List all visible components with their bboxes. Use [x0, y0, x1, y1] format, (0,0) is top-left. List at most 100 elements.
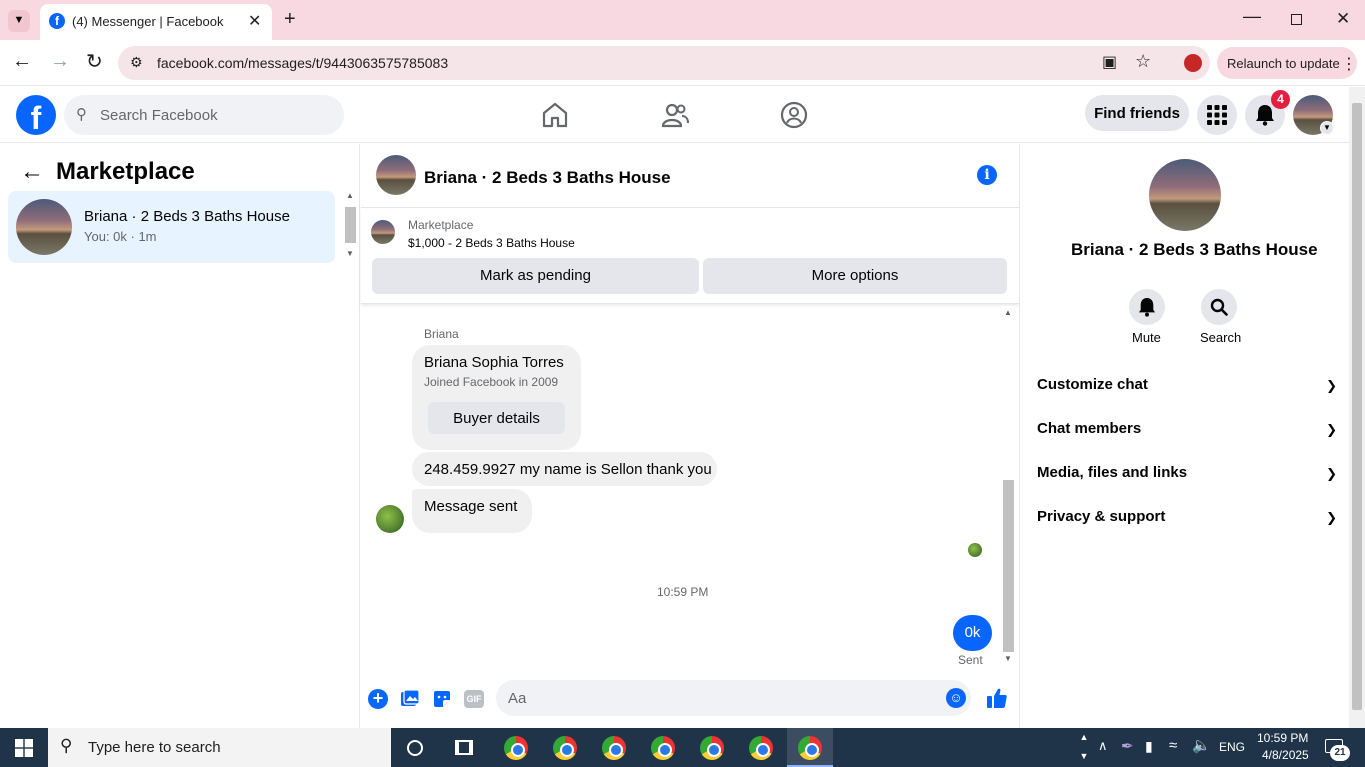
- chat-info-panel: Briana · 2 Beds 3 Baths House Mute Searc…: [1019, 144, 1349, 728]
- task-view-icon[interactable]: [455, 740, 473, 755]
- reload-icon[interactable]: ↻: [86, 49, 103, 74]
- restore-icon[interactable]: [1291, 14, 1302, 25]
- relaunch-button[interactable]: Relaunch to update ⋮: [1217, 47, 1357, 79]
- chrome-icon[interactable]: [553, 736, 577, 760]
- chevron-down-icon: ❯: [1326, 378, 1337, 393]
- scroll-up-icon[interactable]: ▲: [346, 191, 354, 200]
- mute-button[interactable]: [1129, 289, 1165, 325]
- install-app-icon[interactable]: ▣: [1102, 52, 1117, 72]
- like-thumb-icon[interactable]: [985, 686, 1009, 710]
- listing-thumbnail[interactable]: [371, 220, 395, 244]
- more-options-button[interactable]: More options: [703, 258, 1007, 294]
- url-text[interactable]: facebook.com/messages/t/9443063575785083: [157, 55, 448, 71]
- emoji-icon[interactable]: ☺: [946, 688, 966, 708]
- back-arrow-icon[interactable]: ←: [20, 158, 44, 186]
- minimize-icon[interactable]: —: [1243, 6, 1261, 27]
- media-files-links-section[interactable]: Media, files and links ❯: [1037, 464, 1337, 481]
- chrome-icon[interactable]: [749, 736, 773, 760]
- window-close-icon[interactable]: ✕: [1336, 9, 1350, 29]
- mark-as-pending-button[interactable]: Mark as pending: [372, 258, 699, 294]
- scroll-down-icon[interactable]: ▼: [1004, 654, 1012, 663]
- language-indicator[interactable]: ENG: [1219, 740, 1245, 754]
- sender-avatar[interactable]: [376, 505, 404, 533]
- back-icon[interactable]: ←: [12, 50, 32, 73]
- customize-chat-section[interactable]: Customize chat ❯: [1037, 376, 1337, 393]
- seen-avatar: [968, 543, 982, 557]
- buyer-details-button[interactable]: Buyer details: [428, 402, 565, 434]
- volume-icon[interactable]: 🔈: [1192, 736, 1211, 754]
- left-scrollbar[interactable]: ▲ ▼: [343, 191, 358, 263]
- clock-date[interactable]: 4/8/2025: [1262, 748, 1309, 762]
- address-bar[interactable]: ⚙ facebook.com/messages/t/94430635757850…: [118, 46, 1210, 80]
- facebook-logo-icon[interactable]: f: [16, 95, 56, 135]
- chrome-icon[interactable]: [504, 736, 528, 760]
- taskbar-search-placeholder: Type here to search: [88, 739, 221, 756]
- profile-icon[interactable]: [1184, 54, 1202, 72]
- search-conversation-button[interactable]: [1201, 289, 1237, 325]
- own-message-bubble: 0k: [953, 615, 992, 651]
- chrome-icon[interactable]: [651, 736, 675, 760]
- section-label: Media, files and links: [1037, 464, 1188, 481]
- tab-close-icon[interactable]: ✕: [248, 11, 261, 31]
- left-scroll-thumb[interactable]: [345, 207, 356, 243]
- info-icon[interactable]: i: [977, 165, 997, 185]
- conversation-item[interactable]: Briana · 2 Beds 3 Baths House You: 0k · …: [8, 191, 335, 263]
- message-bubble: Message sent: [412, 489, 532, 533]
- home-icon[interactable]: [541, 102, 569, 128]
- add-attachment-icon[interactable]: +: [368, 689, 388, 709]
- facebook-favicon-icon: f: [49, 13, 65, 29]
- new-tab-icon[interactable]: +: [284, 8, 296, 31]
- chat-scroll-thumb[interactable]: [1003, 480, 1014, 652]
- clock-time[interactable]: 10:59 PM: [1257, 731, 1308, 745]
- menu-grid-icon: [1207, 105, 1227, 125]
- bookmark-star-icon[interactable]: ☆: [1135, 51, 1151, 72]
- chat-title[interactable]: Briana · 2 Beds 3 Baths House: [424, 168, 671, 188]
- wifi-icon[interactable]: ≈: [1169, 737, 1177, 754]
- cortana-icon[interactable]: [407, 740, 423, 756]
- find-friends-button[interactable]: Find friends: [1085, 95, 1189, 131]
- privacy-support-section[interactable]: Privacy & support ❯: [1037, 508, 1337, 525]
- scroll-down-icon[interactable]: ▼: [346, 249, 354, 258]
- tab-search-icon[interactable]: ▼: [8, 10, 30, 32]
- windows-start-icon[interactable]: [15, 739, 33, 757]
- chrome-icon[interactable]: [798, 736, 822, 760]
- own-message-text: 0k: [964, 624, 981, 641]
- chat-avatar[interactable]: [376, 155, 416, 195]
- page-scrollbar[interactable]: [1349, 87, 1365, 728]
- chrome-icon[interactable]: [700, 736, 724, 760]
- account-chevron-icon[interactable]: ▼: [1320, 121, 1334, 135]
- chat-members-section[interactable]: Chat members ❯: [1037, 420, 1337, 437]
- battery-icon[interactable]: ▮: [1145, 738, 1153, 755]
- search-icon: [1210, 298, 1228, 316]
- section-label: Chat members: [1037, 420, 1142, 437]
- chrome-icon[interactable]: [602, 736, 626, 760]
- friends-icon[interactable]: [661, 102, 689, 128]
- facebook-header: f ⚲ Search Facebook Find friends 4 ▼: [0, 87, 1349, 143]
- facebook-search-input[interactable]: ⚲ Search Facebook: [64, 95, 344, 135]
- pen-icon[interactable]: ✒: [1121, 737, 1134, 755]
- notification-center-badge: 21: [1330, 745, 1350, 761]
- message-input[interactable]: Aa ☺: [496, 680, 971, 716]
- page-scroll-thumb[interactable]: [1352, 103, 1362, 710]
- listing-price-title[interactable]: $1,000 - 2 Beds 3 Baths House: [408, 236, 575, 250]
- browser-tab[interactable]: f (4) Messenger | Facebook ✕: [40, 4, 272, 40]
- listing-label: Marketplace: [408, 218, 474, 232]
- chat-scrollbar[interactable]: ▲ ▼: [1001, 306, 1016, 666]
- forward-icon[interactable]: →: [50, 50, 70, 73]
- profile-name[interactable]: Briana · 2 Beds 3 Baths House: [1071, 240, 1318, 260]
- menu-dots-icon[interactable]: ⋮: [1341, 54, 1357, 74]
- menu-grid-button[interactable]: [1197, 95, 1237, 135]
- photo-icon[interactable]: [400, 689, 420, 709]
- profile-avatar[interactable]: [1149, 159, 1221, 231]
- chevron-down-icon: ❯: [1326, 466, 1337, 481]
- groups-icon[interactable]: [780, 101, 808, 129]
- site-info-icon[interactable]: ⚙: [130, 54, 143, 71]
- windows-taskbar: ⚲ Type here to search ▲ ▼ ∧ ✒ ▮ ≈ 🔈 ENG 1…: [0, 728, 1365, 767]
- gif-icon[interactable]: GIF: [464, 690, 484, 708]
- taskbar-search-input[interactable]: ⚲ Type here to search: [48, 728, 391, 767]
- taskbar-scroll[interactable]: ▲ ▼: [1075, 728, 1093, 767]
- scroll-up-icon[interactable]: ▲: [1004, 308, 1012, 317]
- chevron-down-icon: ❯: [1326, 510, 1337, 525]
- tray-chevron-icon[interactable]: ∧: [1098, 738, 1108, 754]
- sticker-icon[interactable]: [432, 689, 452, 709]
